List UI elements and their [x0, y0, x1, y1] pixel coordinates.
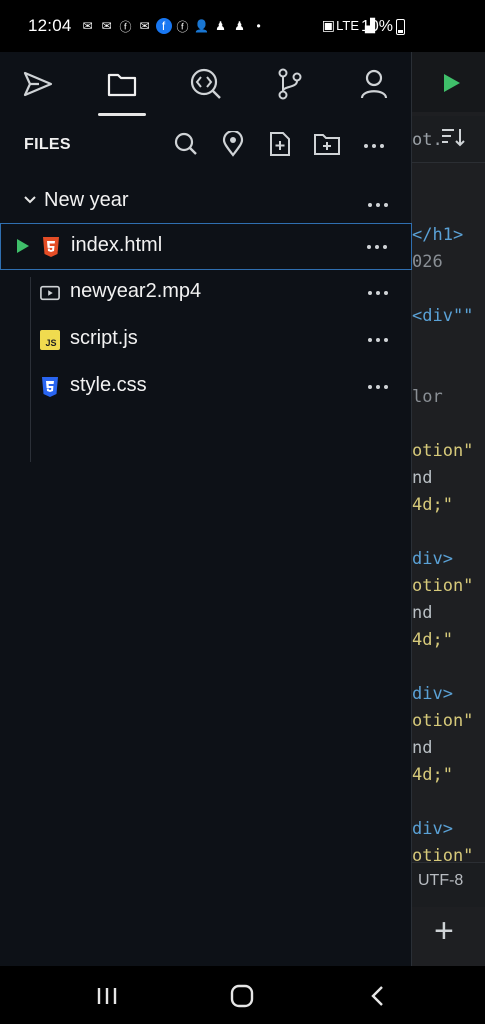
code-line: 4d;" [412, 495, 453, 515]
new-folder-icon[interactable] [313, 130, 341, 158]
editor-tab-label[interactable]: ot. [412, 130, 443, 150]
snapchat-icon: ♟ [215, 19, 226, 33]
code-line: div> [412, 819, 453, 839]
send-icon[interactable] [18, 64, 58, 104]
sidebar-nav [0, 52, 412, 122]
css3-icon [40, 376, 60, 398]
code-line: 026 [412, 252, 443, 272]
status-bar: 12:04 ✉ ✉ ⓕ ✉ f ⓕ 👤 ♟ ♟ • ▣ LTE ▟ 10% [0, 0, 485, 52]
code-view[interactable]: </h1> 026 <div"" lor otion" nd 4d;" div> otion" n… [412, 222, 473, 870]
file-row-video[interactable]: newyear2.mp4 [0, 270, 412, 317]
svg-text:JS: JS [45, 338, 56, 348]
code-line: 4d;" [412, 765, 453, 785]
person-add-icon: 👤 [194, 19, 210, 33]
facebook-icon: ⓕ [176, 19, 189, 34]
code-line: </h1> [412, 225, 464, 245]
snapchat-icon: ♟ [234, 19, 245, 33]
video-icon [40, 282, 60, 304]
messenger-icon: ✉ [101, 19, 112, 33]
code-line: div> [412, 549, 453, 569]
file-more-icon[interactable] [366, 376, 390, 394]
dot-icon: • [256, 19, 261, 33]
file-more-icon[interactable] [366, 329, 390, 347]
file-name: style.css [70, 374, 147, 396]
battery-percent: 10% [360, 18, 393, 35]
file-row-css[interactable]: style.css [0, 364, 412, 411]
code-line: <div"" [412, 306, 474, 326]
git-branch-icon[interactable] [270, 64, 310, 104]
code-line: otion" [412, 441, 474, 461]
active-tab-indicator [98, 113, 146, 116]
code-line: 4d;" [412, 630, 453, 650]
network-type: LTE [336, 18, 359, 33]
file-explorer-sidebar: FILES New year index.html newyear2.mp4 J… [0, 52, 412, 966]
search-icon[interactable] [172, 130, 200, 158]
file-name: index.html [71, 234, 163, 256]
facebook-icon: ⓕ [119, 19, 132, 34]
file-row-index[interactable]: index.html [0, 223, 412, 270]
folder-icon[interactable] [102, 64, 142, 104]
facebook-icon: f [155, 18, 172, 34]
code-search-icon[interactable] [186, 64, 226, 104]
vibrate-icon: ▣ [321, 17, 335, 33]
location-pin-icon[interactable] [219, 130, 247, 158]
play-icon [17, 239, 29, 253]
code-line: nd [412, 738, 433, 758]
chevron-down-icon[interactable] [22, 192, 38, 208]
file-name: newyear2.mp4 [70, 280, 202, 302]
file-more-icon[interactable] [366, 282, 390, 300]
sort-icon[interactable] [440, 126, 466, 154]
code-line: otion" [412, 711, 474, 731]
status-time: 12:04 [28, 16, 72, 35]
encoding-label[interactable]: UTF-8 [418, 872, 463, 890]
system-navigation-bar [0, 966, 485, 1024]
back-icon[interactable] [364, 982, 392, 1010]
code-line: otion" [412, 576, 474, 596]
more-icon[interactable] [360, 130, 388, 158]
editor-pane: ot. </h1> 026 <div"" lor otion" nd 4d;" div> oti… [412, 52, 485, 966]
messenger-icon: ✉ [139, 19, 150, 33]
folder-name[interactable]: New year [44, 189, 128, 212]
notification-icons: ✉ ✉ ⓕ ✉ f ⓕ 👤 ♟ ♟ • [80, 18, 267, 34]
folder-more-icon[interactable] [366, 194, 390, 212]
add-icon[interactable]: + [434, 912, 454, 951]
file-name: script.js [70, 327, 138, 349]
run-icon[interactable] [444, 74, 460, 92]
battery-icon [396, 19, 405, 35]
code-line: nd [412, 603, 433, 623]
home-icon[interactable] [228, 982, 256, 1010]
code-line: lor [412, 387, 443, 407]
messenger-icon: ✉ [82, 19, 93, 33]
js-icon: JS [40, 329, 60, 351]
new-file-icon[interactable] [266, 130, 294, 158]
recent-apps-icon[interactable] [93, 982, 121, 1010]
code-line: div> [412, 684, 453, 704]
code-line: nd [412, 468, 433, 488]
html5-icon [41, 236, 61, 258]
file-row-js[interactable]: JS script.js [0, 317, 412, 364]
file-more-icon[interactable] [365, 236, 389, 254]
files-title: FILES [24, 136, 71, 153]
user-icon[interactable] [354, 64, 394, 104]
